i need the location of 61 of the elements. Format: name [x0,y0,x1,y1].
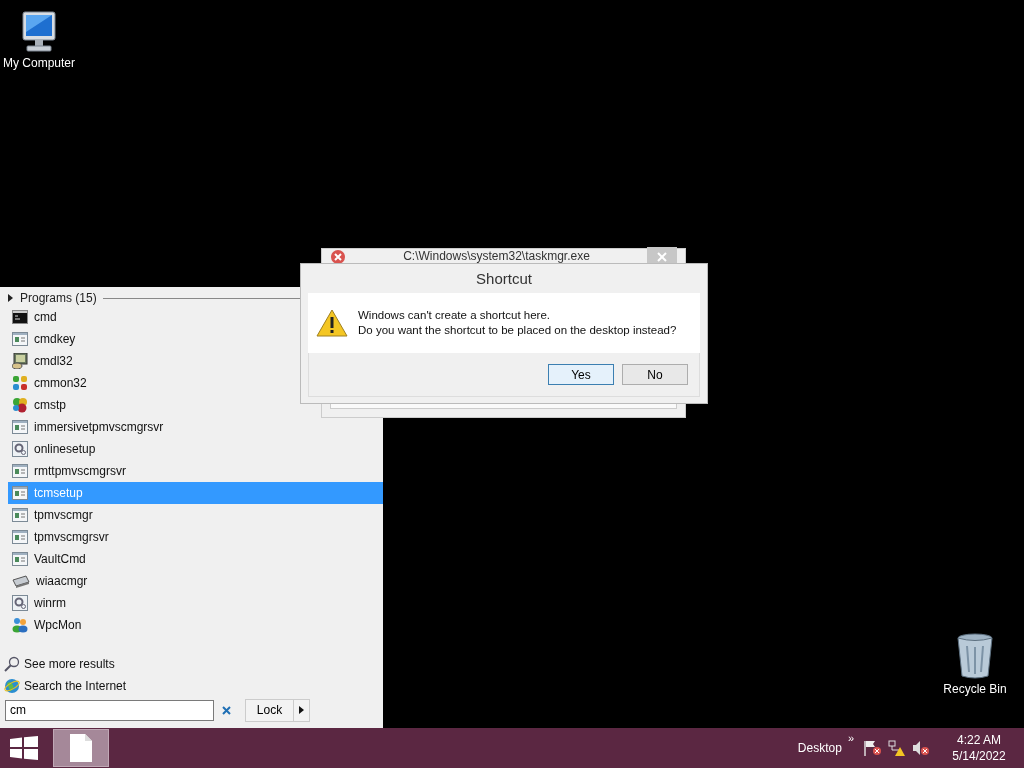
expand-arrow-icon[interactable] [6,294,14,302]
search-field[interactable]: cm [5,699,214,721]
dialog-title: Shortcut [475,269,533,289]
search-link[interactable]: Search the Internet [0,675,383,697]
program-item[interactable]: onlinesetup [8,438,102,460]
error-icon [330,248,346,265]
program-item[interactable]: cmdkey [8,328,82,350]
window-icon [12,332,28,346]
speaker-muted-icon[interactable] [912,740,930,756]
group-heading[interactable]: Programs (15) [20,291,97,305]
desktop-icon-label[interactable]: Recycle Bin [943,682,1007,696]
overflow-button[interactable]: » [847,732,854,744]
search-link[interactable]: See more results [0,653,383,675]
clear-icon[interactable] [222,705,231,715]
caret-icon [299,706,304,714]
clock[interactable]: 4:22 AM 5/14/2022 [944,732,1014,764]
windows-logo-icon [10,736,38,760]
close-icon [657,251,667,262]
window-icon [12,420,28,434]
console-icon [12,310,28,324]
scanner-icon [12,574,30,588]
clock-time: 4:22 AM [957,732,1001,748]
window-icon [12,552,28,566]
users-icon [12,617,28,633]
settings-icon [12,441,28,457]
toolbar-label[interactable]: Desktop [797,741,842,755]
program-item[interactable]: wiaacmgr [8,570,94,592]
desktop-icon-label[interactable]: My Computer [3,56,75,70]
clock-date: 5/14/2022 [952,748,1006,764]
program-item[interactable]: VaultCmd [8,548,92,570]
program-item[interactable]: winrm [8,592,72,614]
window-icon [12,464,28,478]
lock-button[interactable]: Lock [245,698,294,722]
dialog-message: Windows can't create a shortcut here. [358,308,552,323]
power-options-button[interactable] [294,698,310,722]
taskbar-button[interactable] [53,729,109,767]
program-item[interactable]: rmttpmvscmgrsvr [8,460,132,482]
network-warning-icon[interactable] [888,740,906,756]
dialog-button[interactable]: No [622,364,688,385]
dialog-button[interactable]: Yes [548,364,614,385]
program-item[interactable]: cmmon32 [8,372,93,394]
flag-icon[interactable] [864,740,882,756]
recycle-bin-icon[interactable] [955,632,995,680]
globe-icon [4,678,20,694]
window-icon [12,530,28,544]
program-item[interactable]: tpmvscmgr [8,504,99,526]
program-item[interactable]: tpmvscmgrsvr [8,526,115,548]
program-item[interactable]: cmdl32 [8,350,79,372]
window-icon [12,508,28,522]
window-icon [12,486,28,500]
program-item[interactable]: cmd [8,306,63,328]
window-title: C:\Windows\system32\taskmgr.exe [402,250,591,263]
settings-icon [12,595,28,611]
dialog-message: Do you want the shortcut to be placed on the desktop instead? [358,323,677,338]
warning-icon [316,309,348,337]
program-item[interactable]: WpcMon [8,614,88,636]
program-item[interactable]: immersivetpmvscmgrsvr [8,416,170,438]
document-icon [70,734,92,762]
search-icon [4,656,20,672]
program-item[interactable]: cmstp [8,394,72,416]
computer-phone-icon [12,353,28,369]
